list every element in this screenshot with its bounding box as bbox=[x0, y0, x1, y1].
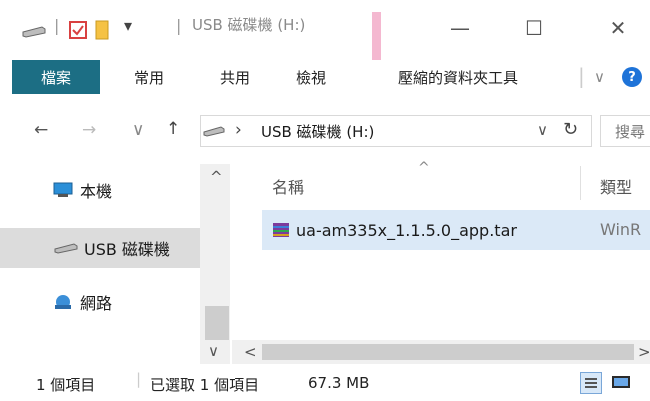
contextual-tab-accent bbox=[372, 12, 381, 60]
tab-home[interactable]: 常用 bbox=[134, 60, 164, 94]
help-icon: ? bbox=[628, 69, 636, 85]
column-header-name[interactable]: 名稱 bbox=[272, 174, 304, 198]
recent-locations-button[interactable]: ∨ bbox=[132, 120, 144, 140]
nav-scroll-thumb[interactable] bbox=[205, 306, 229, 340]
minimize-button[interactable]: — bbox=[438, 10, 482, 46]
breadcrumb[interactable]: USB 磁碟機 (H:) bbox=[261, 121, 374, 142]
nav-scroll-down-button[interactable]: ∨ bbox=[208, 342, 219, 360]
ribbon-divider: | bbox=[578, 64, 585, 88]
content-scroll-thumb[interactable] bbox=[262, 344, 634, 360]
tab-view[interactable]: 檢視 bbox=[296, 60, 326, 94]
drive-icon bbox=[54, 242, 78, 254]
item-count: 1 個項目 bbox=[36, 376, 96, 394]
breadcrumb-separator[interactable]: › bbox=[235, 120, 242, 140]
file-type: WinR bbox=[600, 220, 642, 239]
status-divider: | bbox=[136, 370, 142, 388]
navigation-pane: 本機 USB 磁碟機 網路 bbox=[0, 164, 232, 364]
selection-size: 67.3 MB bbox=[308, 374, 370, 392]
up-button[interactable]: ↑ bbox=[166, 119, 180, 139]
drive-icon[interactable] bbox=[22, 24, 46, 38]
title-separator: | bbox=[176, 16, 182, 35]
search-input[interactable]: 搜尋 bbox=[600, 115, 650, 147]
address-bar[interactable]: › USB 磁碟機 (H:) ∨ ↻ bbox=[200, 115, 592, 147]
help-button[interactable]: ? bbox=[622, 67, 642, 87]
column-header-type[interactable]: 類型 bbox=[600, 174, 632, 198]
back-button[interactable]: ← bbox=[34, 120, 48, 140]
nav-item-label: 本機 bbox=[80, 182, 113, 201]
qat-dropdown-icon[interactable]: ▾ bbox=[124, 16, 132, 35]
nav-item-usb-drive[interactable]: USB 磁碟機 bbox=[0, 228, 200, 268]
window-title: USB 磁碟機 (H:) bbox=[192, 16, 306, 34]
tab-file[interactable]: 檔案 bbox=[12, 60, 100, 94]
properties-icon[interactable] bbox=[68, 20, 88, 40]
nav-item-this-pc[interactable]: 本機 bbox=[0, 170, 200, 210]
nav-item-label: USB 磁碟機 bbox=[84, 240, 170, 259]
nav-scroll-up-button[interactable]: ^ bbox=[210, 168, 223, 186]
qat-separator: | bbox=[54, 16, 60, 35]
column-divider bbox=[580, 166, 581, 200]
tab-compressed-folder-tools[interactable]: 壓縮的資料夾工具 bbox=[398, 60, 518, 94]
refresh-button[interactable]: ↻ bbox=[563, 119, 578, 140]
forward-button[interactable]: → bbox=[82, 120, 96, 140]
sort-indicator: ^ bbox=[418, 160, 430, 176]
new-folder-icon[interactable] bbox=[94, 20, 110, 40]
rar-archive-icon bbox=[272, 221, 290, 239]
details-view-button[interactable] bbox=[580, 372, 602, 394]
drive-icon bbox=[203, 125, 225, 137]
address-dropdown-button[interactable]: ∨ bbox=[537, 121, 548, 139]
maximize-button[interactable]: ☐ bbox=[512, 10, 556, 46]
close-button[interactable]: ✕ bbox=[596, 10, 640, 46]
selection-status: 已選取 1 個項目 bbox=[150, 376, 260, 394]
column-header-row: ^ 名稱 類型 bbox=[262, 160, 650, 208]
table-row[interactable]: ua-am335x_1.1.5.0_app.tar WinR bbox=[262, 210, 650, 250]
tab-share[interactable]: 共用 bbox=[220, 60, 250, 94]
large-icons-view-button[interactable] bbox=[610, 372, 632, 392]
computer-icon bbox=[52, 182, 74, 198]
scroll-left-button[interactable]: < bbox=[244, 343, 257, 361]
nav-item-label: 網路 bbox=[80, 294, 113, 313]
file-name: ua-am335x_1.1.5.0_app.tar bbox=[296, 220, 517, 240]
title-bar: | ▾ | USB 磁碟機 (H:) — ☐ ✕ bbox=[0, 0, 650, 60]
status-bar: 1 個項目 | 已選取 1 個項目 67.3 MB bbox=[0, 364, 650, 401]
scroll-right-button[interactable]: > bbox=[638, 343, 650, 361]
ribbon-tabs: 檔案 常用 共用 檢視 壓縮的資料夾工具 | ∨ ? bbox=[0, 60, 650, 95]
search-placeholder: 搜尋 bbox=[615, 123, 646, 141]
ribbon-collapse-button[interactable]: ∨ bbox=[594, 60, 605, 94]
network-icon bbox=[52, 293, 74, 311]
nav-item-network[interactable]: 網路 bbox=[0, 282, 200, 322]
